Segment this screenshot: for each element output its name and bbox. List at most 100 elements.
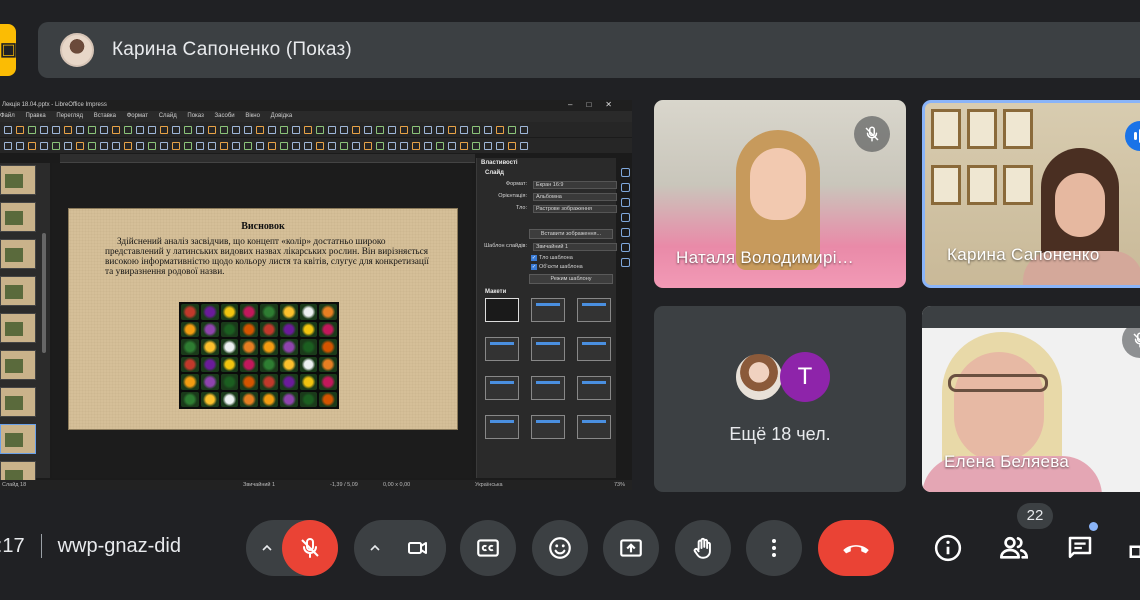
flower-photo	[200, 391, 219, 407]
status-zoom: 73%	[614, 482, 626, 488]
app-toolbar-icon	[472, 125, 480, 134]
participant-name: Наталя Володимирі…	[676, 248, 855, 267]
participant-avatar-letter: Т	[780, 352, 830, 402]
app-toolbar-icon	[340, 141, 348, 150]
flower-photo	[200, 304, 219, 320]
transition-deck-icon	[620, 258, 630, 267]
activities-button[interactable]	[1122, 528, 1140, 568]
leave-call-button[interactable]	[818, 520, 894, 576]
app-window-title: Лекція 18.04.pptx - LibreOffice Impress	[0, 100, 632, 111]
participant-tile[interactable]: Елена Беляева	[922, 306, 1140, 492]
status-slide-number: Слайд 18	[2, 482, 27, 488]
app-toolbar-icon	[76, 125, 84, 134]
camera-toggle-button[interactable]	[390, 520, 446, 576]
emoji-reactions-button[interactable]	[532, 520, 588, 576]
participant-face	[1055, 173, 1105, 237]
styles-deck-icon	[620, 183, 630, 192]
app-toolbar-icon	[460, 141, 468, 150]
app-menu-bar: Файл Правка Перегляд Вставка Формат Слай…	[0, 111, 632, 122]
layout-option	[485, 376, 519, 400]
flower-photo	[279, 304, 298, 320]
app-toolbar-icon	[520, 125, 528, 134]
slide-thumbnail	[0, 424, 36, 454]
participant-tile[interactable]: Наталя Володимирі…	[654, 100, 906, 288]
status-coords: -1,39 / 5,09	[330, 482, 358, 488]
app-toolbar-icon	[184, 125, 192, 134]
format-select: Екран 16:9	[533, 181, 617, 189]
flower-photo	[240, 374, 258, 390]
menu-item: Правка	[25, 113, 46, 119]
captions-button[interactable]	[460, 520, 516, 576]
people-button[interactable]	[994, 528, 1034, 568]
meeting-info: 11:17 wwp-gnaz-did	[0, 529, 181, 563]
flower-photo	[240, 304, 258, 320]
app-toolbar-icon	[184, 141, 192, 150]
raise-hand-button[interactable]	[675, 520, 731, 576]
app-toolbar-icon	[52, 125, 60, 134]
more-participants-tile[interactable]: Т Ещё 18 чел.	[654, 306, 906, 492]
presenter-label: Карина Сапоненко (Показ)	[112, 39, 352, 60]
chevron-up-icon[interactable]	[255, 536, 279, 560]
app-toolbar-icon	[364, 125, 372, 134]
flower-photo	[220, 391, 239, 407]
slide-thumbnail	[0, 350, 36, 380]
menu-item: Слайд	[158, 113, 177, 119]
app-toolbar-icon	[112, 141, 120, 150]
wall-certificate	[967, 165, 997, 205]
app-toolbar-icon	[472, 141, 480, 150]
app-toolbar-icon	[484, 141, 492, 150]
presentation-indicator[interactable]: ▣	[0, 24, 17, 76]
slide-title: Висновок	[241, 221, 285, 232]
layouts-grid	[485, 298, 613, 439]
app-toolbar-icon	[172, 125, 180, 134]
flower-photo	[200, 321, 219, 337]
participant-tile-speaking[interactable]: Карина Сапоненко	[922, 100, 1140, 288]
thumbnails-scrollbar	[42, 233, 46, 353]
app-toolbar-icon	[64, 125, 72, 134]
app-toolbar-icon	[412, 125, 420, 134]
navigator-deck-icon	[620, 213, 630, 222]
layout-option	[531, 337, 565, 361]
flower-photo	[299, 391, 318, 407]
app-toolbar-icon	[436, 125, 444, 134]
flower-photo	[260, 356, 278, 372]
layout-option	[577, 337, 611, 361]
menu-item: Вставка	[93, 113, 117, 119]
flower-photo	[260, 374, 278, 390]
slide-thumbnails-pane	[0, 163, 50, 490]
checkbox-master-objects: Об'єкти шаблона	[531, 264, 583, 270]
slide-thumbnail	[0, 202, 36, 232]
app-toolbar-icon	[256, 125, 264, 134]
app-toolbar-icon	[352, 141, 360, 150]
chat-button[interactable]	[1060, 528, 1100, 568]
app-toolbar-icon	[196, 125, 204, 134]
app-toolbar-icon	[64, 141, 72, 150]
orientation-select: Альбомна	[533, 193, 617, 201]
app-toolbar-icon	[508, 125, 516, 134]
app-toolbar-icon	[520, 141, 528, 150]
mic-off-icon	[854, 116, 890, 152]
meeting-details-button[interactable]	[928, 528, 968, 568]
app-toolbar-icon	[40, 125, 48, 134]
app-toolbar-icon	[88, 141, 96, 150]
layout-option	[577, 298, 611, 322]
app-toolbar-icon	[376, 141, 384, 150]
orientation-label: Орієнтація:	[498, 193, 527, 199]
app-toolbar-icon	[112, 125, 120, 134]
flower-photo	[319, 321, 337, 337]
app-toolbar-icon	[100, 141, 108, 150]
present-screen-button[interactable]	[603, 520, 659, 576]
more-options-button[interactable]	[746, 520, 802, 576]
mic-toggle-button[interactable]	[282, 520, 338, 576]
present-screen-icon	[620, 539, 642, 557]
insert-image-button: Вставити зображення...	[529, 229, 613, 239]
layout-option	[485, 415, 519, 439]
info-icon	[934, 534, 962, 562]
gallery-deck-icon	[620, 198, 630, 207]
app-toolbar-icon	[232, 125, 240, 134]
meeting-code: wwp-gnaz-did	[57, 534, 181, 557]
app-status-bar: Слайд 18 Звичайний 1 -1,39 / 5,09 0,00 x…	[0, 480, 632, 490]
slide-thumbnail	[0, 276, 36, 306]
chevron-up-icon[interactable]	[363, 536, 387, 560]
flower-photo	[181, 391, 199, 407]
